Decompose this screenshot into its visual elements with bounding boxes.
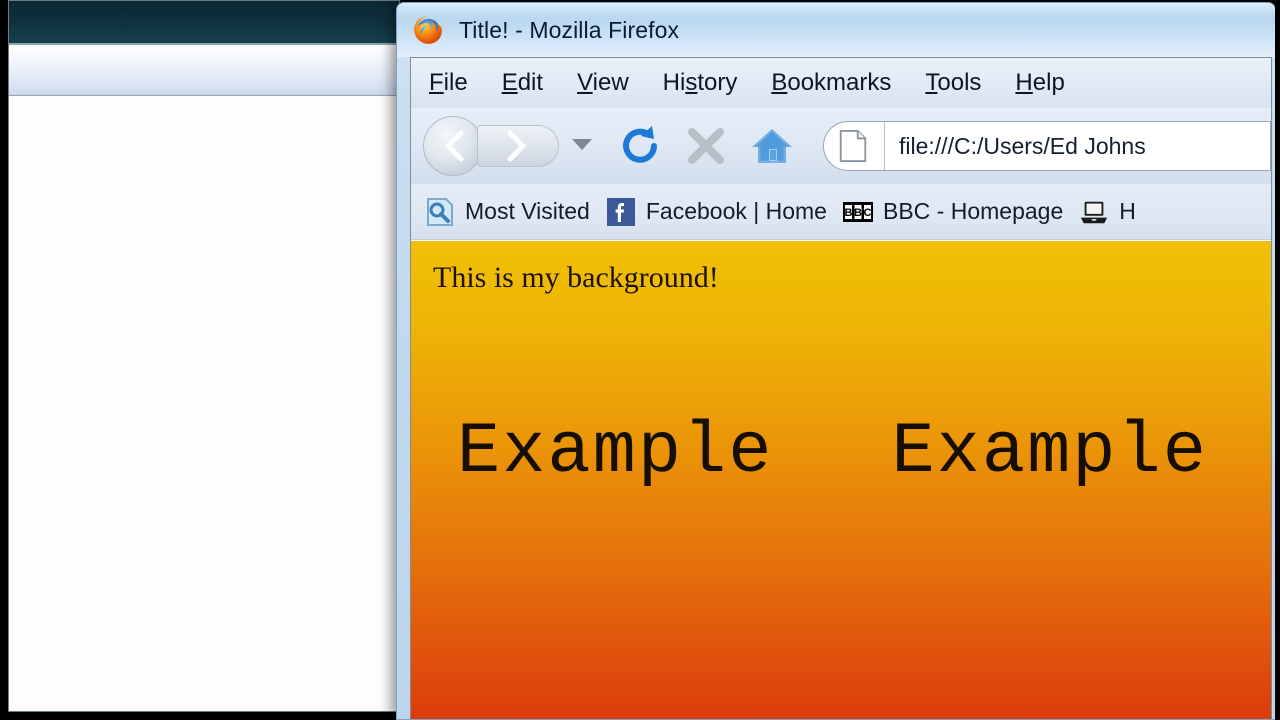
- firefox-window[interactable]: Title! - Mozilla Firefox File Edit View …: [396, 2, 1276, 720]
- screen-right-edge: [1275, 0, 1280, 720]
- bbc-icon: B B C: [842, 197, 873, 227]
- facebook-icon: [606, 197, 636, 227]
- menu-item-file[interactable]: File: [429, 69, 468, 97]
- page-document-icon: [839, 129, 867, 163]
- menu-bar: File Edit View History Bookmarks Tools H…: [411, 58, 1271, 108]
- menu-item-tools[interactable]: Tools: [925, 69, 981, 97]
- firefox-chrome: File Edit View History Bookmarks Tools H…: [410, 57, 1272, 719]
- navigation-toolbar: file:///C:/Users/Ed Johns: [411, 108, 1271, 184]
- page-heading: This is my background!: [433, 261, 719, 294]
- home-button[interactable]: [749, 123, 795, 169]
- reload-button[interactable]: [617, 123, 663, 169]
- most-visited-magnifier-icon: [425, 197, 455, 227]
- firefox-logo-icon: [414, 16, 442, 44]
- bookmark-laptop[interactable]: H: [1079, 197, 1136, 227]
- background-window[interactable]: [8, 0, 400, 712]
- back-forward-group: [419, 115, 597, 177]
- address-bar-value[interactable]: file:///C:/Users/Ed Johns: [899, 133, 1146, 160]
- bookmark-label: BBC - Homepage: [882, 198, 1064, 224]
- chevron-down-icon[interactable]: [571, 137, 593, 153]
- menu-item-help[interactable]: Help: [1015, 69, 1064, 97]
- home-icon: [752, 129, 792, 163]
- laptop-icon: [1079, 197, 1109, 227]
- bookmarks-toolbar: Most Visited Facebook | Home B B C BBC -…: [411, 184, 1271, 240]
- example-word-2: Example: [891, 411, 1208, 493]
- menu-item-view[interactable]: View: [577, 69, 629, 97]
- bookmark-label: Facebook | Home: [645, 198, 827, 224]
- svg-text:B: B: [854, 207, 862, 219]
- bookmark-facebook[interactable]: Facebook | Home: [606, 197, 827, 227]
- stop-x-icon: [688, 128, 724, 164]
- bookmark-bbc[interactable]: B B C BBC - Homepage: [842, 197, 1064, 227]
- bookmark-label: H: [1119, 198, 1136, 224]
- screen-left-edge: [0, 0, 8, 720]
- page-content: This is my background! Example Example: [411, 241, 1271, 719]
- svg-text:B: B: [845, 207, 853, 219]
- window-title: Title! - Mozilla Firefox: [459, 16, 680, 43]
- example-word-1: Example: [457, 411, 774, 493]
- screen: Title! - Mozilla Firefox File Edit View …: [0, 0, 1280, 720]
- address-bar[interactable]: file:///C:/Users/Ed Johns: [823, 121, 1271, 171]
- menu-item-history[interactable]: History: [663, 69, 738, 97]
- background-window-titlebar[interactable]: [9, 1, 399, 45]
- address-bar-separator: [884, 122, 885, 170]
- firefox-titlebar[interactable]: Title! - Mozilla Firefox: [397, 3, 1275, 57]
- svg-text:C: C: [864, 207, 872, 219]
- menu-item-edit[interactable]: Edit: [502, 69, 543, 97]
- reload-icon: [623, 126, 657, 163]
- forward-arrow-icon: [507, 130, 526, 162]
- bookmark-label: Most Visited: [465, 198, 590, 224]
- background-window-toolbar[interactable]: [9, 45, 399, 96]
- stop-button[interactable]: [683, 123, 729, 169]
- example-row: Example Example: [457, 411, 1271, 493]
- menu-item-bookmarks[interactable]: Bookmarks: [771, 69, 891, 97]
- back-arrow-icon: [445, 130, 464, 162]
- background-window-content: [9, 96, 399, 711]
- bookmark-most-visited[interactable]: Most Visited: [425, 197, 590, 227]
